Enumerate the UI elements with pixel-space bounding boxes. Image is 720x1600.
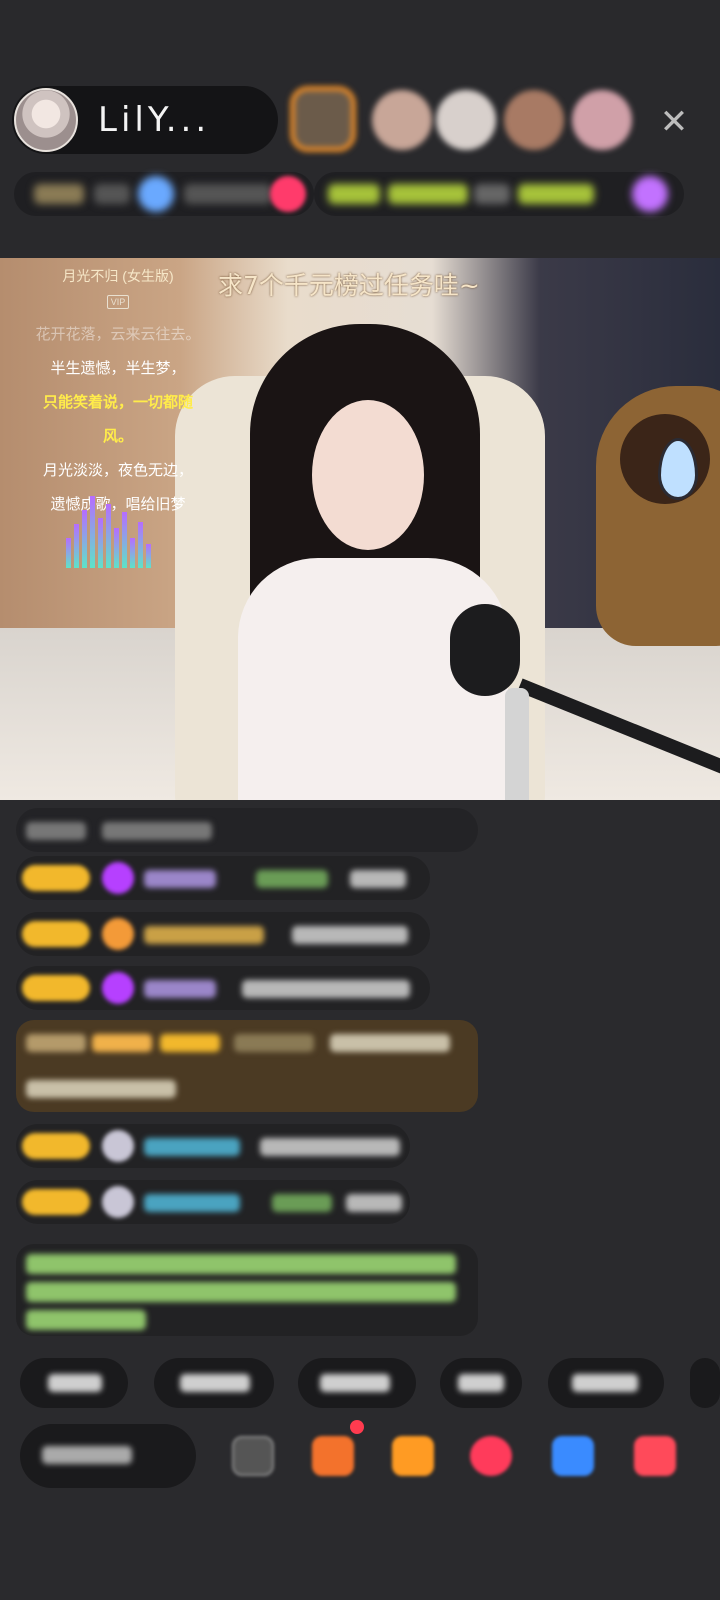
task-chip-4 bbox=[518, 184, 594, 204]
lyric-line-current: 只能笑着说，一切都随风。 bbox=[42, 394, 193, 445]
song-tag: VIP bbox=[106, 295, 130, 309]
notice-line-blur bbox=[26, 1254, 456, 1274]
level-badge bbox=[160, 1034, 220, 1052]
quick-reply-chip[interactable] bbox=[20, 1358, 128, 1408]
streamer-face bbox=[312, 400, 424, 550]
chat-message[interactable] bbox=[16, 912, 430, 956]
microphone bbox=[450, 604, 520, 696]
viewer-avatar-1[interactable] bbox=[290, 86, 356, 152]
system-notice bbox=[16, 1244, 478, 1336]
lyric-line: 月光淡淡，夜色无边， bbox=[42, 462, 193, 479]
lyrics-overlay: 月光不归 (女生版) VIP 花开花落，云来云往去。 半生遗憾，半生梦， 只能笑… bbox=[30, 258, 206, 630]
quick-reply-chip[interactable] bbox=[690, 1358, 720, 1408]
mic-stand bbox=[505, 688, 529, 800]
level-badge bbox=[22, 1189, 90, 1215]
viewer-avatar-2[interactable] bbox=[372, 90, 432, 150]
chat-text-blur bbox=[26, 1080, 176, 1098]
chat-text-blur bbox=[350, 870, 406, 888]
chat-user-blur bbox=[234, 1034, 314, 1052]
quick-reply-chip[interactable] bbox=[298, 1358, 416, 1408]
task-chip-2 bbox=[388, 184, 468, 204]
rank-chip bbox=[34, 184, 84, 204]
badge-icon bbox=[102, 918, 134, 950]
song-title: 月光不归 (女生版) bbox=[62, 268, 174, 284]
chat-text-blur bbox=[256, 870, 328, 888]
notice-line-blur bbox=[26, 1282, 456, 1302]
host-info-pill[interactable]: LilY... bbox=[12, 86, 278, 154]
live-video[interactable]: 月光不归 (女生版) VIP 花开花落，云来云往去。 半生遗憾，半生梦， 只能笑… bbox=[0, 258, 720, 800]
user-avatar-icon bbox=[102, 1130, 134, 1162]
gift-chip-blur bbox=[92, 1034, 152, 1052]
chat-message[interactable] bbox=[16, 1124, 410, 1168]
quick-reply-chip[interactable] bbox=[548, 1358, 664, 1408]
gem-icon bbox=[102, 972, 134, 1004]
gem-icon bbox=[102, 862, 134, 894]
chat-text-blur bbox=[26, 822, 86, 840]
viewer-avatar-3[interactable] bbox=[436, 90, 496, 150]
host-avatar[interactable] bbox=[14, 88, 78, 152]
close-icon[interactable]: ✕ bbox=[656, 104, 692, 140]
chat-message[interactable] bbox=[16, 966, 430, 1010]
user-avatar-icon bbox=[102, 1186, 134, 1218]
viewer-avatar-5[interactable] bbox=[572, 90, 632, 150]
level-badge bbox=[22, 865, 90, 891]
chat-input[interactable] bbox=[20, 1424, 196, 1488]
equalizer-icon bbox=[66, 488, 156, 568]
host-name: LilY... bbox=[98, 100, 211, 140]
task-chip-row[interactable] bbox=[314, 172, 684, 216]
chat-user-blur bbox=[26, 1034, 86, 1052]
task-chip-3 bbox=[474, 184, 510, 204]
more-icon[interactable] bbox=[634, 1436, 676, 1476]
level-badge bbox=[22, 921, 90, 947]
fans-icon bbox=[138, 176, 174, 212]
game-icon[interactable] bbox=[552, 1436, 594, 1476]
heart-icon[interactable] bbox=[270, 176, 306, 212]
viewer-avatar-4[interactable] bbox=[504, 90, 564, 150]
gift-icon[interactable] bbox=[392, 1436, 434, 1476]
chat-text-blur bbox=[242, 980, 410, 998]
quick-reply-chip[interactable] bbox=[154, 1358, 274, 1408]
gift-icon[interactable] bbox=[632, 176, 668, 212]
chat-user-blur bbox=[144, 1194, 240, 1212]
stats-chip-row[interactable] bbox=[14, 172, 314, 216]
lyric-line: 半生遗憾，半生梦， bbox=[50, 360, 186, 377]
rank-chip-text bbox=[94, 184, 130, 204]
fans-chip-text bbox=[184, 184, 272, 204]
notice-line-blur bbox=[26, 1310, 146, 1330]
level-badge bbox=[22, 975, 90, 1001]
top-bar: LilY... ✕ bbox=[0, 0, 720, 250]
chat-user-blur bbox=[144, 980, 216, 998]
lyric-line: 花开花落，云来云往去。 bbox=[35, 326, 201, 343]
gift-box-icon[interactable] bbox=[312, 1436, 354, 1476]
chat-text-blur bbox=[102, 822, 212, 840]
chat-user-blur bbox=[144, 926, 264, 944]
chat-text-blur bbox=[346, 1194, 402, 1212]
notification-dot bbox=[350, 1420, 364, 1434]
level-badge bbox=[22, 1133, 90, 1159]
stream-caption: 求7个千元榜过任务哇~ bbox=[218, 271, 480, 300]
chat-user-blur bbox=[144, 1138, 240, 1156]
heart-icon[interactable] bbox=[470, 1436, 512, 1476]
chat-message-highlight[interactable] bbox=[16, 1020, 478, 1112]
chat-text-blur bbox=[260, 1138, 400, 1156]
chat-text-blur bbox=[330, 1034, 450, 1052]
task-chip-1 bbox=[328, 184, 380, 204]
chat-message[interactable] bbox=[16, 1180, 410, 1224]
chat-text-blur bbox=[292, 926, 408, 944]
emoji-icon[interactable] bbox=[232, 1436, 274, 1476]
chat-user-blur bbox=[144, 870, 216, 888]
chat-message[interactable] bbox=[16, 856, 430, 900]
chat-text-blur bbox=[272, 1194, 332, 1212]
quick-reply-chip[interactable] bbox=[440, 1358, 522, 1408]
chat-message[interactable] bbox=[16, 808, 478, 852]
